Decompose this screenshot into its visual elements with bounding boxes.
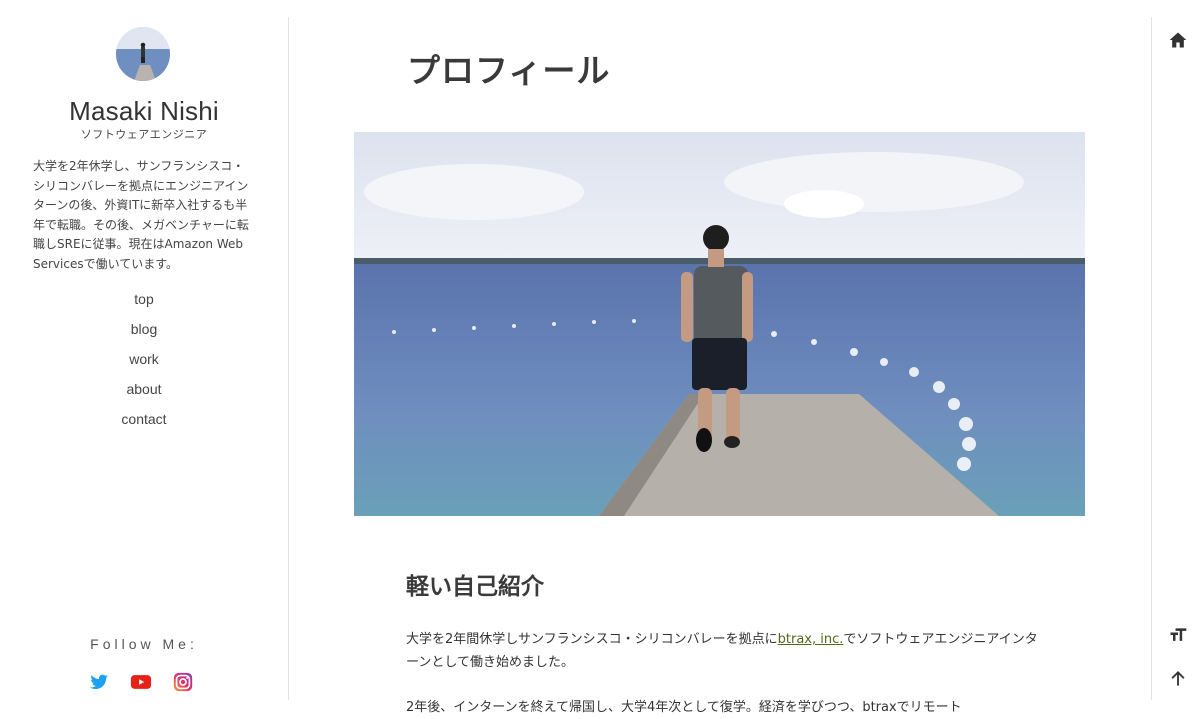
instagram-icon[interactable]: [172, 671, 194, 693]
nav-item-blog[interactable]: blog: [0, 318, 288, 348]
nav-item-contact[interactable]: contact: [0, 408, 288, 438]
page-title: プロフィール: [407, 51, 611, 90]
intro-text-1: 大学を2年間休学しサンフランシスコ・シリコンバレーを拠点に: [406, 632, 778, 647]
twitter-icon[interactable]: [88, 671, 110, 693]
hero-image: [354, 132, 1085, 516]
arrow-up-icon[interactable]: [1168, 669, 1188, 689]
font-size-icon[interactable]: [1168, 625, 1188, 645]
social-links: [88, 671, 194, 693]
sidebar-divider: [288, 17, 289, 700]
btrax-link[interactable]: btrax, inc.: [778, 632, 844, 647]
site-role: ソフトウェアエンジニア: [80, 128, 208, 141]
right-divider: [1151, 17, 1152, 700]
follow-label: Follow Me:: [90, 636, 198, 652]
sidebar-nav: top blog work about contact: [0, 288, 288, 438]
intro-paragraph-2: 2年後、インターンを終えて帰国し、大学4年次として復学。経済を学びつつ、btra…: [406, 700, 962, 715]
section-heading: 軽い自己紹介: [406, 574, 544, 600]
site-name[interactable]: Masaki Nishi: [0, 96, 288, 127]
nav-item-about[interactable]: about: [0, 378, 288, 408]
nav-item-top[interactable]: top: [0, 288, 288, 318]
home-icon[interactable]: [1168, 30, 1188, 50]
youtube-icon[interactable]: [130, 671, 152, 693]
avatar[interactable]: [116, 27, 170, 81]
intro-paragraph-1: 大学を2年間休学しサンフランシスコ・シリコンバレーを拠点にbtrax, inc.…: [406, 628, 1046, 674]
nav-item-work[interactable]: work: [0, 348, 288, 378]
site-bio: 大学を2年休学し、サンフランシスコ・シリコンバレーを拠点にエンジニアインターンの…: [33, 159, 249, 271]
sidebar: Masaki Nishi ソフトウェアエンジニア 大学を2年休学し、サンフランシ…: [0, 0, 288, 717]
